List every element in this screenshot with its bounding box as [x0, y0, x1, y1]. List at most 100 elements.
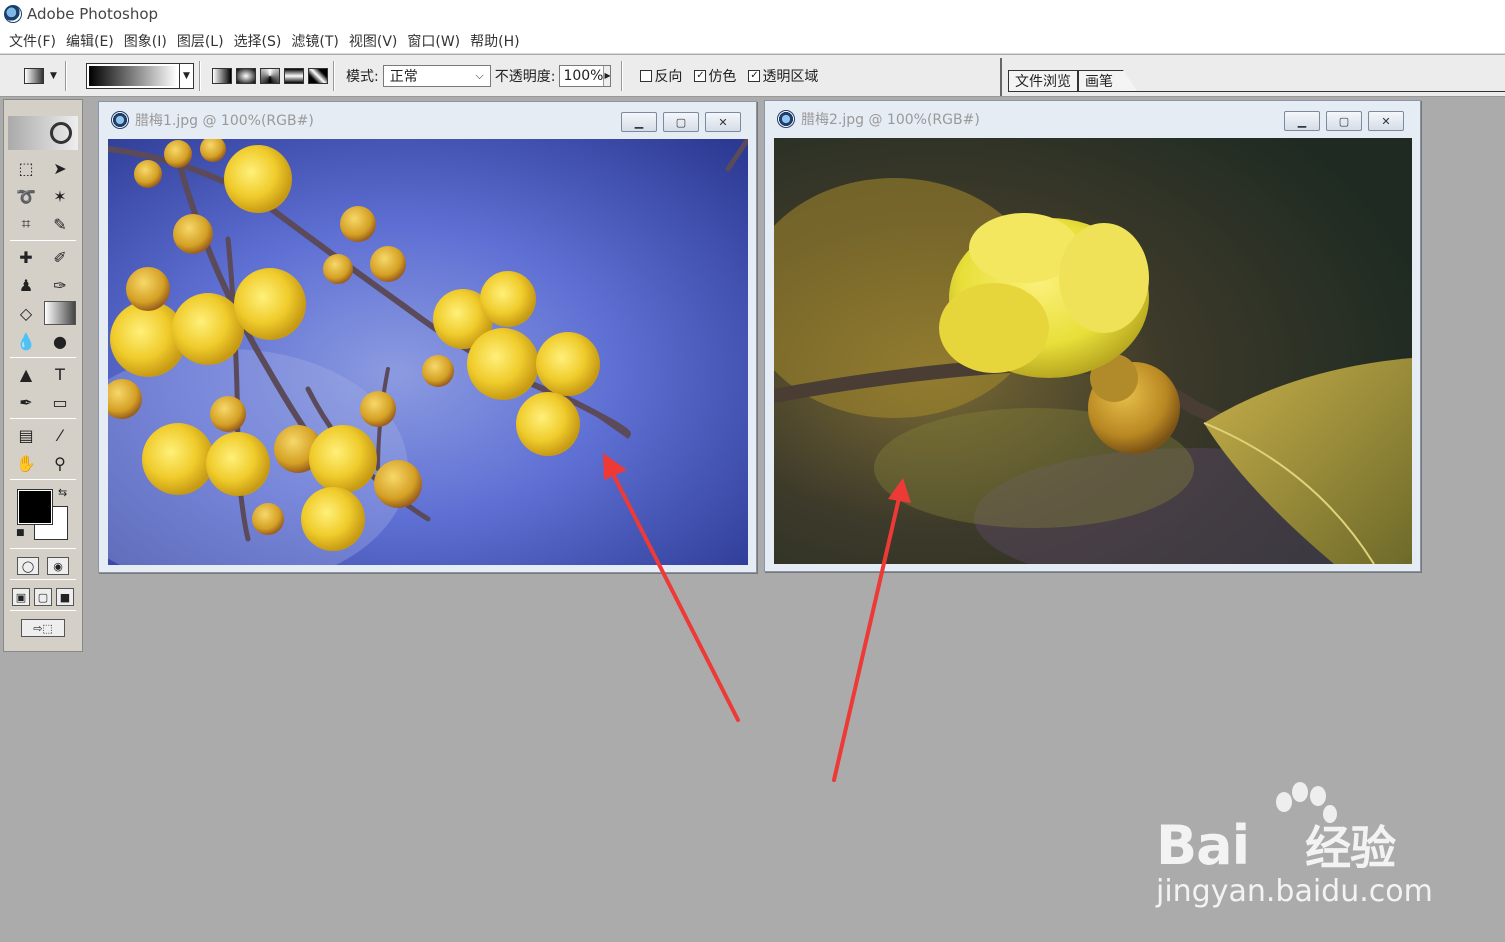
mode-select[interactable]: 正常 ⌵ — [382, 64, 491, 87]
opacity-field[interactable]: 100% ▶ — [559, 64, 612, 87]
crop-tool-icon[interactable]: ⌗ — [10, 212, 42, 236]
full-screen-menu-mode-icon[interactable]: ▢ — [34, 588, 52, 606]
minimize-icon[interactable]: ▁ — [621, 112, 657, 132]
tool-preset-picker[interactable]: ▼ — [24, 64, 60, 88]
close-icon[interactable]: ✕ — [1368, 111, 1404, 131]
gradient-tool-icon[interactable] — [44, 301, 76, 325]
quick-mask-mode-icon[interactable]: ◉ — [47, 557, 69, 575]
healing-brush-tool-icon[interactable]: ✚ — [10, 245, 42, 269]
divider — [10, 479, 76, 480]
mask-modes: ◯ ◉ — [4, 557, 82, 575]
checkbox-icon — [640, 69, 653, 82]
swap-colors-icon[interactable]: ⇆ — [58, 486, 67, 499]
menu-view[interactable]: 视图(V) — [344, 31, 403, 51]
mode-value: 正常 — [389, 68, 418, 85]
linear-gradient-icon[interactable] — [212, 67, 232, 84]
divider — [621, 60, 624, 91]
close-icon[interactable]: ✕ — [705, 112, 741, 132]
toolbox-header[interactable] — [8, 116, 78, 150]
reverse-checkbox[interactable]: 反向 — [640, 66, 682, 86]
divider — [65, 60, 67, 91]
eye-logo-icon — [50, 122, 72, 144]
tool-grid: ⬚ ➤ ➰ ✶ ⌗ ✎ — [4, 156, 82, 236]
blur-tool-icon[interactable]: 💧 — [10, 329, 42, 353]
checkmark-icon: ✓ — [694, 69, 707, 82]
default-colors-icon[interactable]: ■ — [16, 528, 25, 538]
marquee-tool-icon[interactable]: ⬚ — [10, 156, 42, 180]
watermark-brand-text: Bai — [1156, 814, 1250, 877]
angle-gradient-icon[interactable] — [260, 67, 280, 84]
opacity-label: 不透明度: — [494, 68, 556, 85]
reverse-label: 反向 — [654, 68, 683, 85]
maximize-icon[interactable]: ▢ — [663, 112, 699, 132]
gradient-picker[interactable]: ▼ — [86, 62, 194, 89]
jump-to-imageready-icon[interactable]: ⇨⬚ — [21, 619, 65, 637]
screen-modes: ▣ ▢ ■ — [4, 588, 82, 606]
history-brush-tool-icon[interactable]: ✑ — [44, 273, 76, 297]
chevron-right-icon[interactable]: ▶ — [603, 65, 611, 86]
reflected-gradient-icon[interactable] — [284, 67, 304, 84]
rectangle-tool-icon[interactable]: ▭ — [44, 390, 76, 414]
chevron-down-icon[interactable]: ▼ — [179, 63, 193, 88]
eyedropper-tool-icon[interactable]: ⁄ — [44, 423, 76, 447]
move-tool-icon[interactable]: ➤ — [44, 156, 76, 180]
image-canvas-2[interactable] — [774, 138, 1412, 564]
watermark-url: jingyan.baidu.com — [1156, 874, 1433, 909]
eraser-tool-icon[interactable]: ◇ — [10, 301, 42, 325]
menu-layer[interactable]: 图层(L) — [172, 31, 229, 51]
photoshop-logo-icon — [4, 5, 22, 23]
palette-well: 文件浏览 画笔 — [1000, 58, 1505, 96]
divider — [10, 357, 76, 358]
menu-edit[interactable]: 编辑(E) — [61, 31, 119, 51]
window-buttons: ▁ ▢ ✕ — [621, 112, 741, 132]
dither-checkbox[interactable]: ✓ 仿色 — [694, 66, 736, 86]
brush-tool-icon[interactable]: ✐ — [44, 245, 76, 269]
maximize-icon[interactable]: ▢ — [1326, 111, 1362, 131]
type-tool-icon[interactable]: T — [44, 362, 76, 386]
standard-screen-mode-icon[interactable]: ▣ — [12, 588, 30, 606]
tab-brushes[interactable]: 画笔 — [1078, 70, 1138, 92]
full-screen-mode-icon[interactable]: ■ — [56, 588, 74, 606]
diamond-gradient-icon[interactable] — [308, 67, 328, 84]
dodge-tool-icon[interactable]: ● — [44, 329, 76, 353]
app-title: Adobe Photoshop — [27, 5, 159, 23]
title-bar: Adobe Photoshop — [0, 0, 1505, 28]
lasso-tool-icon[interactable]: ➰ — [10, 184, 42, 208]
wintersweet-blossom-image — [774, 138, 1412, 564]
image-canvas-1[interactable] — [108, 139, 748, 565]
pen-tool-icon[interactable]: ✒ — [10, 390, 42, 414]
divider — [10, 548, 76, 549]
tab-file-browser[interactable]: 文件浏览 — [1008, 70, 1078, 92]
menu-select[interactable]: 选择(S) — [229, 31, 287, 51]
gradient-type-group — [212, 67, 328, 84]
watermark-brand: Bai 经验 — [1156, 812, 1396, 878]
menu-window[interactable]: 窗口(W) — [402, 31, 465, 51]
menu-filter[interactable]: 滤镜(T) — [286, 31, 343, 51]
photoshop-document-icon — [777, 110, 795, 128]
menu-file[interactable]: 文件(F) — [4, 31, 61, 51]
divider — [199, 60, 201, 91]
minimize-icon[interactable]: ▁ — [1284, 111, 1320, 131]
magic-wand-tool-icon[interactable]: ✶ — [44, 184, 76, 208]
standard-mode-icon[interactable]: ◯ — [17, 557, 39, 575]
notes-tool-icon[interactable]: ▤ — [10, 423, 42, 447]
menu-help[interactable]: 帮助(H) — [465, 31, 524, 51]
divider — [10, 418, 76, 419]
stamp-tool-icon[interactable]: ♟ — [10, 273, 42, 297]
menu-image[interactable]: 图象(I) — [119, 31, 172, 51]
radial-gradient-icon[interactable] — [236, 67, 256, 84]
watermark-brand-suffix: 经验 — [1305, 821, 1396, 875]
foreground-color-swatch[interactable] — [17, 489, 53, 525]
gradient-preview — [89, 65, 177, 86]
checkmark-icon: ✓ — [748, 69, 761, 82]
mode-label: 模式: — [346, 68, 379, 85]
hand-tool-icon[interactable]: ✋ — [10, 451, 42, 475]
transparency-checkbox[interactable]: ✓ 透明区域 — [748, 66, 818, 86]
path-selection-tool-icon[interactable]: ▲ — [10, 362, 42, 386]
document-window-1[interactable]: 腊梅1.jpg @ 100%(RGB#) ▁ ▢ ✕ — [98, 101, 757, 573]
zoom-tool-icon[interactable]: ⚲ — [44, 451, 76, 475]
document-title: 腊梅2.jpg @ 100%(RGB#) — [801, 112, 980, 128]
slice-tool-icon[interactable]: ✎ — [44, 212, 76, 236]
gradient-tool-icon — [24, 67, 44, 84]
document-window-2[interactable]: 腊梅2.jpg @ 100%(RGB#) ▁ ▢ ✕ — [764, 100, 1421, 572]
